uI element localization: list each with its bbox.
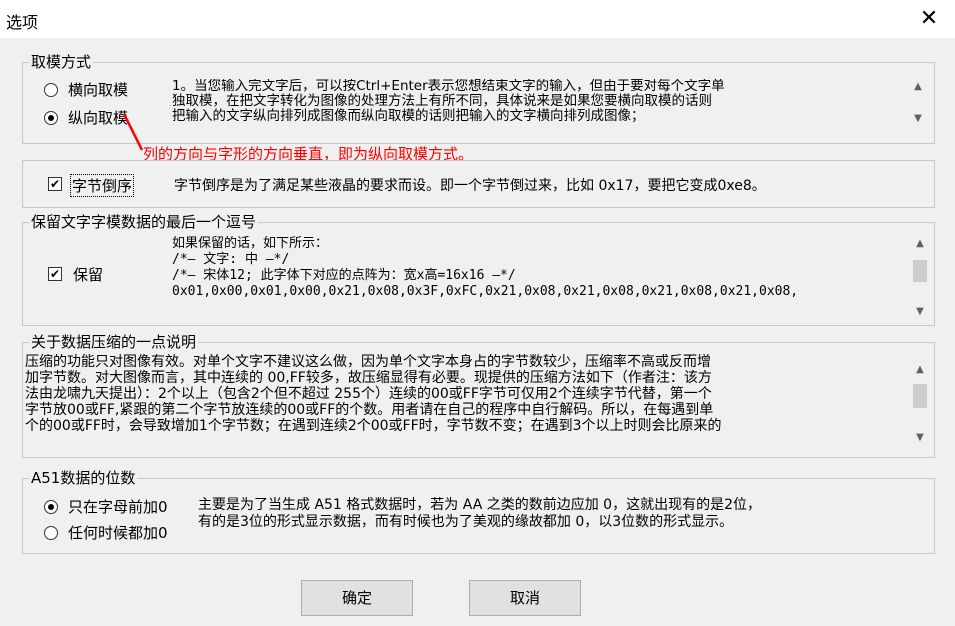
compress-text: 压缩的功能只对图像有效。对单个文字不建议这么做，因为单个文字本身占的字节数较少，…	[25, 354, 909, 448]
compress-text-line: 个的00或FF时，会导致增加1个字节数；在遇到连续2个00或FF时，字节数不变；…	[25, 418, 722, 434]
keep-comma-checkbox[interactable]: ✔	[48, 267, 62, 281]
scroll-thumb[interactable]	[913, 384, 927, 408]
radio-always-label: 任何时候都加0	[68, 524, 168, 542]
scroll-down-icon[interactable]: ▼	[910, 111, 926, 127]
radio-horizontal-label: 横向取模	[68, 81, 129, 99]
mode-group-legend: 取模方式	[31, 53, 92, 71]
scroll-thumb[interactable]	[913, 260, 927, 282]
radio-letter-only-label: 只在字母前加0	[68, 498, 168, 516]
comma-example-line: 如果保留的话，如下所示：	[172, 236, 329, 251]
compress-text-line: 字节放00或FF,紧跟的第二个字节放连续的00或FF的个数。用者请在自己的程序中…	[25, 402, 714, 418]
radio-always[interactable]	[44, 526, 58, 540]
ok-button[interactable]: 确定	[301, 580, 413, 616]
byte-reverse-checkbox[interactable]: ✔	[48, 177, 62, 191]
scroll-down-icon[interactable]: ▼	[912, 304, 928, 320]
close-icon[interactable]: ✕	[915, 6, 943, 32]
mode-description: 1。当您输入完文字后，可以按Ctrl+Enter表示您想结束文字的输入，但由于要…	[172, 79, 902, 129]
compress-text-line: 法由龙啸九天提出）：2个以上（包含2个但不超过 255个）连续的00或FF字节可…	[25, 386, 712, 402]
comma-example-line: 0x01,0x00,0x01,0x00,0x21,0x08,0x3F,0xFC,…	[172, 284, 799, 299]
mode-description-line: 独取模，在把文字转化为图像的处理方法上有所不同，具体说来是如果您要横向取模的话则	[172, 93, 712, 109]
window-title: 选项	[6, 13, 39, 32]
mode-description-line: 把输入的文字纵向排列成图像而纵向取模的话则把输入的文字横向排列成图像；	[172, 108, 645, 124]
byte-reverse-label: 字节倒序	[70, 174, 135, 197]
a51-description-line: 有的是3位的形式显示数据，而有时候也为了美观的缘故都加 0，以3位数的形式显示。	[198, 514, 734, 530]
a51-description-line: 主要是为了当生成 A51 格式数据时，若为 AA 之类的数前边应加 0，这就出现…	[198, 497, 761, 513]
radio-vertical[interactable]	[44, 111, 58, 125]
scroll-down-icon[interactable]: ▼	[912, 430, 928, 446]
radio-horizontal[interactable]	[44, 83, 58, 97]
compress-scrollbar[interactable]: ▲ ▼	[912, 362, 928, 446]
a51-group-legend: A51数据的位数	[31, 469, 136, 487]
comma-example: 如果保留的话，如下所示： /*— 文字: 中 —*/ /*— 宋体12; 此字体…	[172, 236, 907, 312]
compress-group-legend: 关于数据压缩的一点说明	[31, 333, 197, 351]
comma-group-legend: 保留文字字模数据的最后一个逗号	[31, 213, 257, 231]
comma-example-line: /*— 宋体12; 此字体下对应的点阵为：宽x高=16x16 —*/	[172, 268, 516, 283]
comma-example-line: /*— 文字: 中 —*/	[172, 252, 290, 267]
title-bar: 选项 ✕	[0, 0, 955, 38]
comma-scrollbar[interactable]: ▲ ▼	[912, 236, 928, 320]
a51-description: 主要是为了当生成 A51 格式数据时，若为 AA 之类的数前边应加 0，这就出现…	[198, 497, 918, 533]
mode-description-line: 1。当您输入完文字后，可以按Ctrl+Enter表示您想结束文字的输入，但由于要…	[172, 79, 725, 94]
radio-letter-only[interactable]	[44, 500, 58, 514]
scroll-up-icon[interactable]: ▲	[912, 362, 928, 378]
compress-text-line: 压缩的功能只对图像有效。对单个文字不建议这么做，因为单个文字本身占的字节数较少，…	[25, 354, 711, 370]
scroll-up-icon[interactable]: ▲	[910, 79, 926, 95]
cancel-button[interactable]: 取消	[469, 580, 581, 616]
keep-comma-label: 保留	[73, 266, 104, 284]
mode-scrollbar[interactable]: ▲ ▼	[910, 79, 926, 127]
scroll-up-icon[interactable]: ▲	[912, 236, 928, 252]
compress-text-line: 加字节数。对大图像而言，其中连续的 00,FF较多，故压缩显得有必要。现提供的压…	[25, 370, 712, 386]
byte-reverse-description: 字节倒序是为了满足某些液晶的要求而设。即一个字节倒过来，比如 0x17，要把它变…	[174, 178, 766, 194]
